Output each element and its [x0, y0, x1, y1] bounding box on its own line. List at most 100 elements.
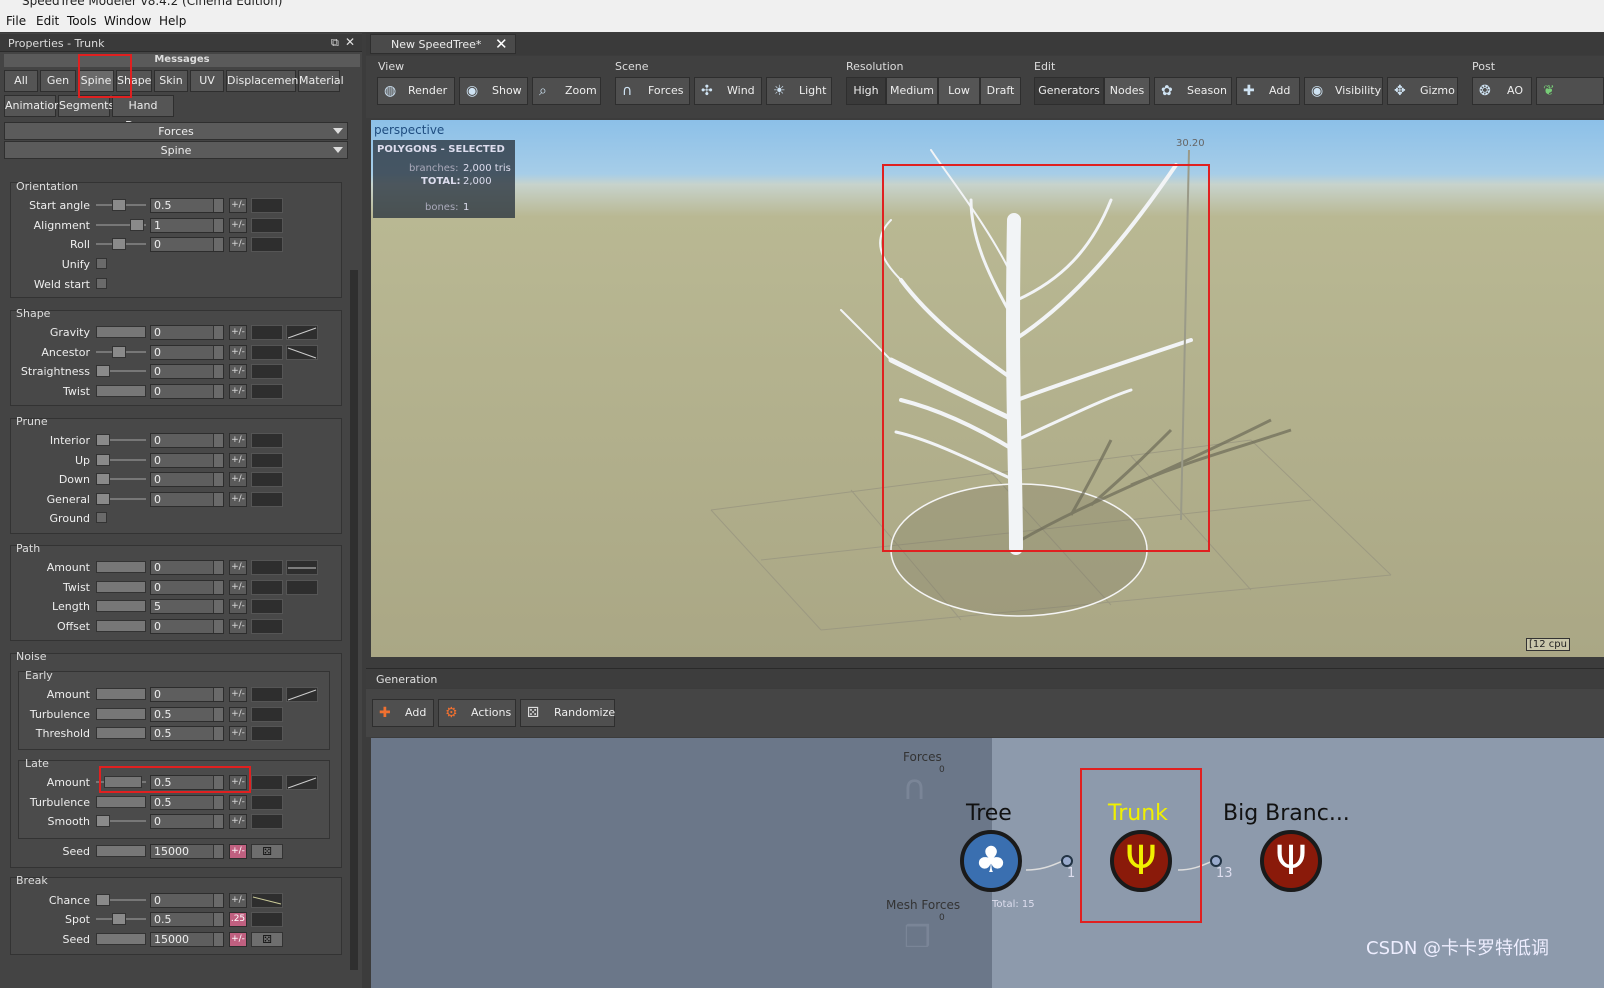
- slider-up[interactable]: [96, 454, 146, 466]
- input-path-length[interactable]: 5: [150, 599, 224, 614]
- checkbox-ground[interactable]: [96, 512, 107, 523]
- input-early-amount[interactable]: 0: [150, 687, 224, 702]
- slider-break-chance[interactable]: [96, 894, 146, 906]
- visibility-button[interactable]: ◉ Visibility: [1304, 77, 1383, 105]
- slider-early-turbulence[interactable]: [96, 708, 146, 720]
- pm-alignment[interactable]: +/-: [229, 218, 247, 233]
- slider-path-amount[interactable]: [96, 561, 146, 573]
- generation-add-button[interactable]: ✚ Add: [372, 699, 434, 727]
- pm-roll[interactable]: +/-: [229, 237, 247, 252]
- input-late-smooth[interactable]: 0: [150, 814, 224, 829]
- light-button[interactable]: ☀ Light: [766, 77, 832, 105]
- input-early-turbulence[interactable]: 0.5: [150, 707, 224, 722]
- pm-ancestor[interactable]: +/-: [229, 345, 247, 360]
- wind-button[interactable]: ✣ Wind: [694, 77, 762, 105]
- input-roll[interactable]: 0: [150, 237, 224, 252]
- curve-ancestor[interactable]: [251, 345, 283, 360]
- close-icon[interactable]: ✕: [495, 35, 508, 53]
- slider-path-twist[interactable]: [96, 581, 146, 593]
- input-interior[interactable]: 0: [150, 433, 224, 448]
- curve-start-angle[interactable]: [251, 198, 283, 213]
- checkbox-unify[interactable]: [96, 258, 107, 269]
- slider-late-turbulence[interactable]: [96, 796, 146, 808]
- tab-displacement[interactable]: Displacement: [226, 70, 303, 92]
- curve-alignment[interactable]: [251, 218, 283, 233]
- tab-spine[interactable]: Spine: [78, 70, 114, 92]
- input-noise-seed[interactable]: 15000: [150, 844, 224, 859]
- pm-break-spot[interactable]: .25: [229, 912, 247, 927]
- input-gravity[interactable]: 0: [150, 325, 224, 340]
- input-break-chance[interactable]: 0: [150, 893, 224, 908]
- checkbox-weld-start[interactable]: [96, 278, 107, 289]
- actions-button[interactable]: ⚙ Actions: [438, 699, 516, 727]
- input-early-threshold[interactable]: 0.5: [150, 726, 224, 741]
- pm-down[interactable]: +/-: [229, 472, 247, 487]
- slider-break-seed[interactable]: [96, 933, 146, 945]
- pm-twist[interactable]: +/-: [229, 384, 247, 399]
- 3d-viewport[interactable]: [371, 120, 1604, 657]
- mesh-forces-icon[interactable]: ❒: [904, 920, 931, 955]
- nodes-button[interactable]: Nodes: [1104, 77, 1150, 105]
- slider-path-length[interactable]: [96, 600, 146, 612]
- curve-up[interactable]: [251, 453, 283, 468]
- pm-late-smooth[interactable]: +/-: [229, 814, 247, 829]
- gizmo-button[interactable]: ✥ Gizmo: [1387, 77, 1458, 105]
- pm-early-threshold[interactable]: +/-: [229, 726, 247, 741]
- curve-path-twist[interactable]: [251, 580, 283, 595]
- tab-skin[interactable]: Skin: [154, 70, 188, 92]
- pm-path-length[interactable]: +/-: [229, 599, 247, 614]
- tab-uv[interactable]: UV: [190, 70, 224, 92]
- tab-material[interactable]: Material: [298, 70, 344, 92]
- slider-general[interactable]: [96, 493, 146, 505]
- randomize-dice-icon[interactable]: ⚄: [251, 844, 283, 859]
- input-general[interactable]: 0: [150, 492, 224, 507]
- slider-down[interactable]: [96, 473, 146, 485]
- slider-interior[interactable]: [96, 434, 146, 446]
- forces-magnet-icon[interactable]: ∩: [902, 768, 927, 808]
- curve-late-turbulence[interactable]: [251, 795, 283, 810]
- curve2-early-amount[interactable]: [286, 687, 318, 702]
- curve-early-turbulence[interactable]: [251, 707, 283, 722]
- leaf-button[interactable]: ❦: [1536, 77, 1604, 105]
- slider-break-spot[interactable]: [96, 913, 146, 925]
- curve-straightness[interactable]: [251, 364, 283, 379]
- trunk-node-icon[interactable]: Ψ: [1110, 830, 1172, 892]
- ao-button[interactable]: ❂ AO: [1472, 77, 1532, 105]
- input-start-angle[interactable]: 0.5: [150, 198, 224, 213]
- curve-early-threshold[interactable]: [251, 726, 283, 741]
- curve-general[interactable]: [251, 492, 283, 507]
- resolution-high-button[interactable]: High: [846, 77, 886, 105]
- input-path-offset[interactable]: 0: [150, 619, 224, 634]
- curve-path-amount[interactable]: [251, 560, 283, 575]
- properties-scrollbar[interactable]: [350, 270, 358, 970]
- curve-interior[interactable]: [251, 433, 283, 448]
- randomize-button[interactable]: ⚄ Randomize: [520, 699, 615, 727]
- input-path-twist[interactable]: 0: [150, 580, 224, 595]
- menu-window[interactable]: Window: [104, 14, 151, 28]
- slider-twist[interactable]: [96, 385, 146, 397]
- slider-early-threshold[interactable]: [96, 727, 146, 739]
- big-branches-node-icon[interactable]: Ψ: [1260, 830, 1322, 892]
- slider-start-angle[interactable]: [96, 199, 146, 211]
- curve-late-amount[interactable]: [251, 775, 283, 790]
- render-button[interactable]: ◍ Render: [377, 77, 455, 105]
- pm-break-seed[interactable]: +/-: [229, 932, 247, 947]
- curve-early-amount[interactable]: [251, 687, 283, 702]
- input-twist[interactable]: 0: [150, 384, 224, 399]
- curve2-path-twist[interactable]: [286, 580, 318, 595]
- input-late-turbulence[interactable]: 0.5: [150, 795, 224, 810]
- season-button[interactable]: ✿ Season: [1154, 77, 1232, 105]
- pm-late-turbulence[interactable]: +/-: [229, 795, 247, 810]
- pm-interior[interactable]: +/-: [229, 433, 247, 448]
- messages-bar[interactable]: Messages: [4, 54, 360, 67]
- slider-alignment[interactable]: [96, 219, 146, 231]
- curve2-late-amount[interactable]: [286, 775, 318, 790]
- pm-start-angle[interactable]: +/-: [229, 198, 247, 213]
- tab-gen[interactable]: Gen: [40, 70, 76, 92]
- tree-node-icon[interactable]: ♣: [960, 830, 1022, 892]
- curve2-ancestor[interactable]: [286, 345, 318, 360]
- input-up[interactable]: 0: [150, 453, 224, 468]
- slider-noise-seed[interactable]: [96, 845, 146, 857]
- curve-path-length[interactable]: [251, 599, 283, 614]
- input-ancestor[interactable]: 0: [150, 345, 224, 360]
